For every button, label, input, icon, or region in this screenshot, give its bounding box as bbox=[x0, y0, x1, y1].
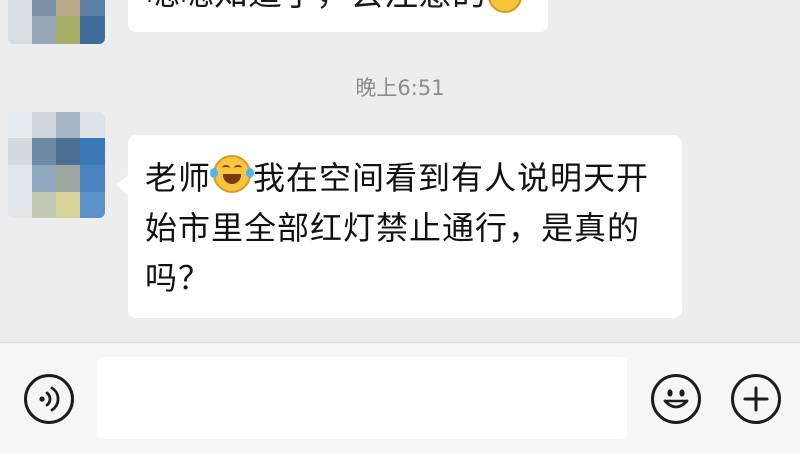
message-bubble[interactable]: 老师 我在空间看到有人说明天开始市里全部红灯禁止通行，是真的吗？ bbox=[116, 135, 682, 318]
plus-icon bbox=[743, 386, 769, 412]
message-text: 老师 我在空间看到有人说明天开始市里全部红灯禁止通行，是真的吗？ bbox=[145, 153, 669, 303]
emoji-icon bbox=[663, 389, 689, 409]
emoji-button[interactable] bbox=[651, 374, 701, 424]
sender-avatar[interactable] bbox=[8, 112, 105, 218]
smile-emoji-icon bbox=[488, 0, 522, 13]
previous-message-bubble: 嗯嗯知道了，会注意的 bbox=[128, 0, 548, 32]
message-timestamp: 晚上6:51 bbox=[355, 76, 445, 100]
input-bar bbox=[0, 342, 800, 454]
message-text-part1: 老师 bbox=[145, 159, 212, 197]
previous-message-text: 嗯嗯知道了，会注意的 bbox=[146, 0, 486, 14]
voice-input-button[interactable] bbox=[24, 374, 74, 424]
tears-of-joy-emoji-icon bbox=[210, 155, 255, 193]
voice-icon bbox=[39, 386, 60, 412]
chat-area[interactable]: 嗯嗯知道了，会注意的 晚上6:51 老师我在空间看到有人说明天开始市里全部红灯禁… bbox=[0, 0, 800, 342]
contact-avatar[interactable] bbox=[8, 0, 105, 44]
more-options-button[interactable] bbox=[731, 374, 781, 424]
message-input[interactable] bbox=[97, 357, 627, 439]
